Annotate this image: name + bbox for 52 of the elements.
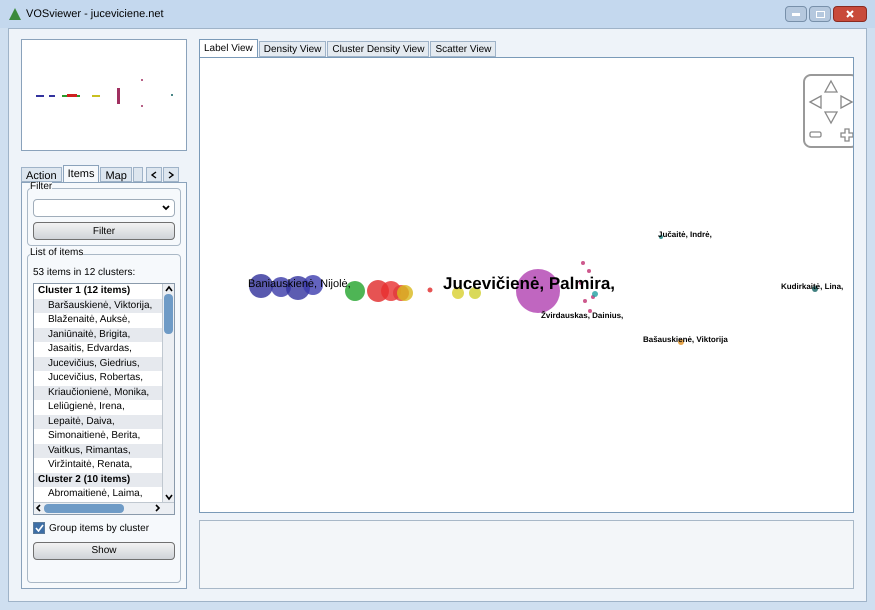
minimize-icon: [792, 12, 800, 16]
node-label: Žvirdauskas, Dainius,: [541, 312, 624, 320]
items-summary: 53 items in 12 clusters:: [33, 266, 136, 280]
down-chevron-icon: [164, 492, 172, 502]
app-icon: [8, 7, 22, 21]
panel-tab[interactable]: Map: [100, 167, 132, 182]
list-item[interactable]: Jucevičius, Giedrius,: [34, 356, 162, 371]
view-tab[interactable]: Cluster Density View: [327, 41, 430, 57]
panel-tab[interactable]: Action: [21, 167, 62, 182]
pan-up-icon[interactable]: [823, 79, 839, 95]
view-tab[interactable]: Scatter View: [430, 41, 496, 57]
right-chevron-icon: [168, 170, 174, 178]
scrollbar-thumb[interactable]: [44, 504, 124, 512]
scroll-left-button[interactable]: [146, 167, 162, 182]
pan-left-icon[interactable]: [808, 94, 824, 110]
maximize-icon: [816, 10, 824, 18]
scroll-right-button[interactable]: [162, 167, 179, 182]
pan-down-icon[interactable]: [823, 109, 839, 125]
vertical-scrollbar[interactable]: [162, 284, 174, 502]
node-label: Bašauskienė, Viktorija: [643, 336, 728, 344]
close-button[interactable]: [833, 6, 867, 22]
left-chevron-icon: [150, 170, 157, 178]
list-item[interactable]: Janiūnaitė, Brigita,: [34, 328, 162, 342]
checkbox[interactable]: [33, 522, 45, 534]
checkbox-label: Group items by cluster: [49, 522, 150, 536]
zoom-in-icon[interactable]: [840, 128, 853, 142]
view-tab[interactable]: Label View: [199, 39, 258, 57]
show-button[interactable]: Show: [33, 542, 175, 560]
window-title: VOSviewer - juceviciene.net: [26, 6, 164, 22]
list-item[interactable]: Kriaučionienė, Monika,: [34, 386, 162, 400]
cluster-header[interactable]: Cluster 2 (10 items): [34, 472, 162, 487]
panel-tab[interactable]: Items: [62, 165, 100, 182]
group-title: List of items: [30, 248, 84, 258]
check-icon: [34, 524, 44, 532]
pan-right-icon[interactable]: [838, 94, 853, 110]
zoom-out-icon[interactable]: [809, 130, 823, 140]
list-item[interactable]: Lepaitė, Daiva,: [34, 414, 162, 429]
chevron-down-icon: [162, 205, 170, 211]
view-tab[interactable]: Density View: [258, 41, 326, 57]
up-chevron-icon: [164, 284, 172, 294]
list-item[interactable]: Vaitkus, Rimantas,: [34, 444, 162, 458]
close-icon: [846, 10, 854, 18]
maximize-button[interactable]: [809, 6, 831, 22]
scrollbar-thumb[interactable]: [164, 294, 173, 334]
horizontal-scrollbar[interactable]: [34, 502, 174, 514]
minimize-button[interactable]: [785, 6, 807, 22]
filter-button[interactable]: Filter: [33, 222, 175, 240]
node-label: Kudirkaitė, Lina,: [781, 283, 844, 291]
node-label: Jučaitė, Indrė,: [658, 231, 712, 239]
filter-dropdown[interactable]: [33, 199, 175, 217]
list-item[interactable]: Baršauskienė, Viktorija,: [34, 298, 162, 313]
group-title: Filter: [30, 182, 52, 192]
